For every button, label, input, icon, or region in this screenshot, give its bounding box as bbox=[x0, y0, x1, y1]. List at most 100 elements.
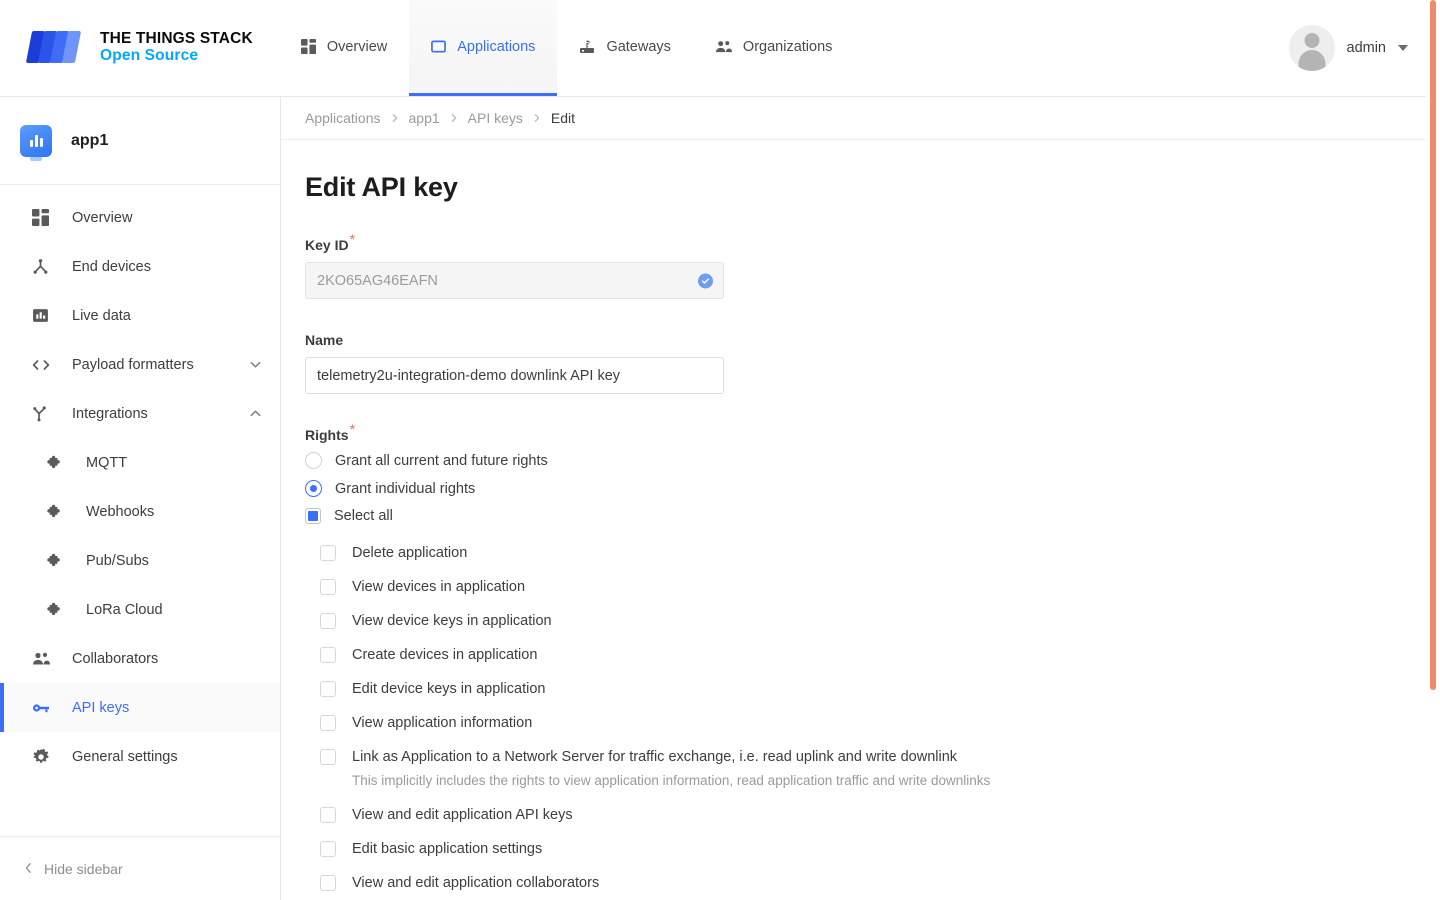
checkbox-view-device-keys-in-application[interactable]: View device keys in application bbox=[320, 613, 1416, 629]
sidebar-item-live-data[interactable]: Live data bbox=[0, 291, 280, 340]
spacer bbox=[305, 308, 1416, 332]
breadcrumb-item-edit: Edit bbox=[551, 110, 575, 126]
chevron-right-icon bbox=[390, 113, 400, 123]
checkbox-icon bbox=[320, 749, 336, 765]
name-value: telemetry2u-integration-demo downlink AP… bbox=[317, 368, 620, 384]
sidebar-navigation: Overview End devices bbox=[0, 185, 280, 781]
top-nav-overview[interactable]: Overview bbox=[279, 0, 409, 96]
main-content: Applications app1 API keys Edit Edit API… bbox=[281, 97, 1440, 900]
grid-icon bbox=[301, 39, 316, 54]
top-nav-gateways-label: Gateways bbox=[606, 39, 670, 55]
checkbox-view-devices-in-application[interactable]: View devices in application bbox=[320, 579, 1416, 595]
sidebar-app-header[interactable]: app1 bbox=[0, 97, 280, 185]
radio-grant-individual-rights[interactable]: Grant individual rights bbox=[305, 480, 1416, 497]
live-data-icon bbox=[32, 307, 56, 324]
top-nav-applications-label: Applications bbox=[457, 39, 535, 55]
chevron-left-icon bbox=[23, 861, 34, 877]
top-nav-organizations-label: Organizations bbox=[743, 39, 832, 55]
page-scrollbar[interactable] bbox=[1426, 0, 1440, 900]
sidebar-item-label: Live data bbox=[72, 308, 262, 324]
puzzle-icon bbox=[46, 503, 70, 520]
sidebar-item-webhooks[interactable]: Webhooks bbox=[0, 487, 280, 536]
sidebar-item-label: API keys bbox=[72, 700, 262, 716]
rights-label: Rights bbox=[305, 427, 349, 443]
checkbox-edit-device-keys-in-application[interactable]: Edit device keys in application bbox=[320, 681, 1416, 697]
sidebar: app1 Overview End devices bbox=[0, 97, 281, 900]
sidebar-item-lora-cloud[interactable]: LoRa Cloud bbox=[0, 585, 280, 634]
user-avatar-icon bbox=[1289, 25, 1335, 71]
gear-icon bbox=[32, 748, 56, 766]
right-option-label: Delete application bbox=[352, 545, 467, 561]
rights-options-list: Delete application View devices in appli… bbox=[305, 545, 1416, 900]
application-icon bbox=[431, 39, 446, 54]
right-option-label: View devices in application bbox=[352, 579, 525, 595]
breadcrumb-item-api-keys[interactable]: API keys bbox=[468, 110, 523, 126]
checkbox-create-devices-in-application[interactable]: Create devices in application bbox=[320, 647, 1416, 663]
gateway-icon bbox=[579, 39, 595, 55]
checkbox-icon bbox=[320, 613, 336, 629]
sidebar-item-label: Overview bbox=[72, 210, 262, 226]
brand-logo[interactable]: THE THINGS STACK Open Source bbox=[0, 0, 279, 96]
edit-api-key-form: Edit API key Key ID* 2KO65AG46EAFN Name … bbox=[281, 140, 1440, 900]
integrations-icon bbox=[32, 405, 56, 422]
sidebar-item-end-devices[interactable]: End devices bbox=[0, 242, 280, 291]
checkbox-delete-application[interactable]: Delete application bbox=[320, 545, 1416, 561]
code-icon bbox=[32, 357, 56, 373]
sidebar-item-label: Integrations bbox=[72, 406, 249, 422]
hide-sidebar-button[interactable]: Hide sidebar bbox=[0, 836, 280, 900]
checkbox-view-and-edit-application-collaborators[interactable]: View and edit application collaborators bbox=[320, 875, 1416, 891]
hide-sidebar-label: Hide sidebar bbox=[44, 861, 123, 877]
puzzle-icon bbox=[46, 601, 70, 618]
right-option-label: View and edit application API keys bbox=[352, 807, 573, 823]
key-id-field-group: Key ID* 2KO65AG46EAFN bbox=[305, 237, 1416, 299]
checkbox-link-as-application[interactable]: Link as Application to a Network Server … bbox=[320, 749, 1416, 765]
sidebar-item-label: Pub/Subs bbox=[86, 553, 262, 569]
top-navigation: Overview Applications Gateways bbox=[279, 0, 855, 96]
puzzle-icon bbox=[46, 454, 70, 471]
radio-grant-all-rights[interactable]: Grant all current and future rights bbox=[305, 452, 1416, 469]
checkbox-edit-basic-application-settings[interactable]: Edit basic application settings bbox=[320, 841, 1416, 857]
chevron-down-icon bbox=[1398, 45, 1408, 51]
chevron-right-icon bbox=[532, 113, 542, 123]
checkbox-icon bbox=[320, 579, 336, 595]
breadcrumb-item-applications[interactable]: Applications bbox=[305, 110, 381, 126]
sidebar-item-integrations[interactable]: Integrations bbox=[0, 389, 280, 438]
sidebar-item-label: Webhooks bbox=[86, 504, 262, 520]
right-option-label: Edit basic application settings bbox=[352, 841, 542, 857]
top-nav-applications[interactable]: Applications bbox=[409, 0, 557, 96]
sidebar-app-name: app1 bbox=[71, 132, 108, 150]
puzzle-icon bbox=[46, 552, 70, 569]
logo-title-line2: Open Source bbox=[100, 48, 253, 65]
sidebar-item-api-keys[interactable]: API keys bbox=[0, 683, 280, 732]
right-option-label: Edit device keys in application bbox=[352, 681, 545, 697]
spacer bbox=[305, 403, 1416, 427]
sidebar-item-label: LoRa Cloud bbox=[86, 602, 262, 618]
top-header: THE THINGS STACK Open Source Overview Ap… bbox=[0, 0, 1440, 97]
top-nav-gateways[interactable]: Gateways bbox=[557, 0, 692, 96]
name-input[interactable]: telemetry2u-integration-demo downlink AP… bbox=[305, 357, 724, 394]
breadcrumb-item-app1[interactable]: app1 bbox=[409, 110, 440, 126]
sidebar-item-payload-formatters[interactable]: Payload formatters bbox=[0, 340, 280, 389]
checkbox-icon bbox=[320, 545, 336, 561]
right-option-label: Link as Application to a Network Server … bbox=[352, 749, 957, 765]
sidebar-item-pubsubs[interactable]: Pub/Subs bbox=[0, 536, 280, 585]
sidebar-item-general-settings[interactable]: General settings bbox=[0, 732, 280, 781]
checkbox-view-application-information[interactable]: View application information bbox=[320, 715, 1416, 731]
checkbox-icon bbox=[320, 715, 336, 731]
checkbox-view-and-edit-application-api-keys[interactable]: View and edit application API keys bbox=[320, 807, 1416, 823]
select-all-label: Select all bbox=[334, 508, 393, 524]
name-field-group: Name telemetry2u-integration-demo downli… bbox=[305, 332, 1416, 394]
top-nav-organizations[interactable]: Organizations bbox=[693, 0, 854, 96]
checkbox-select-all[interactable]: Select all bbox=[305, 508, 1416, 524]
scrollbar-thumb[interactable] bbox=[1430, 0, 1436, 690]
sidebar-item-collaborators[interactable]: Collaborators bbox=[0, 634, 280, 683]
user-menu[interactable]: admin bbox=[1289, 0, 1440, 96]
checkbox-icon bbox=[320, 647, 336, 663]
key-id-label: Key ID bbox=[305, 237, 349, 253]
key-id-value: 2KO65AG46EAFN bbox=[317, 273, 438, 289]
link-as-application-description: This implicitly includes the rights to v… bbox=[352, 773, 1416, 788]
sidebar-item-overview[interactable]: Overview bbox=[0, 193, 280, 242]
key-id-input[interactable]: 2KO65AG46EAFN bbox=[305, 262, 724, 299]
sidebar-item-mqtt[interactable]: MQTT bbox=[0, 438, 280, 487]
logo-title-line1: THE THINGS STACK bbox=[100, 31, 253, 48]
